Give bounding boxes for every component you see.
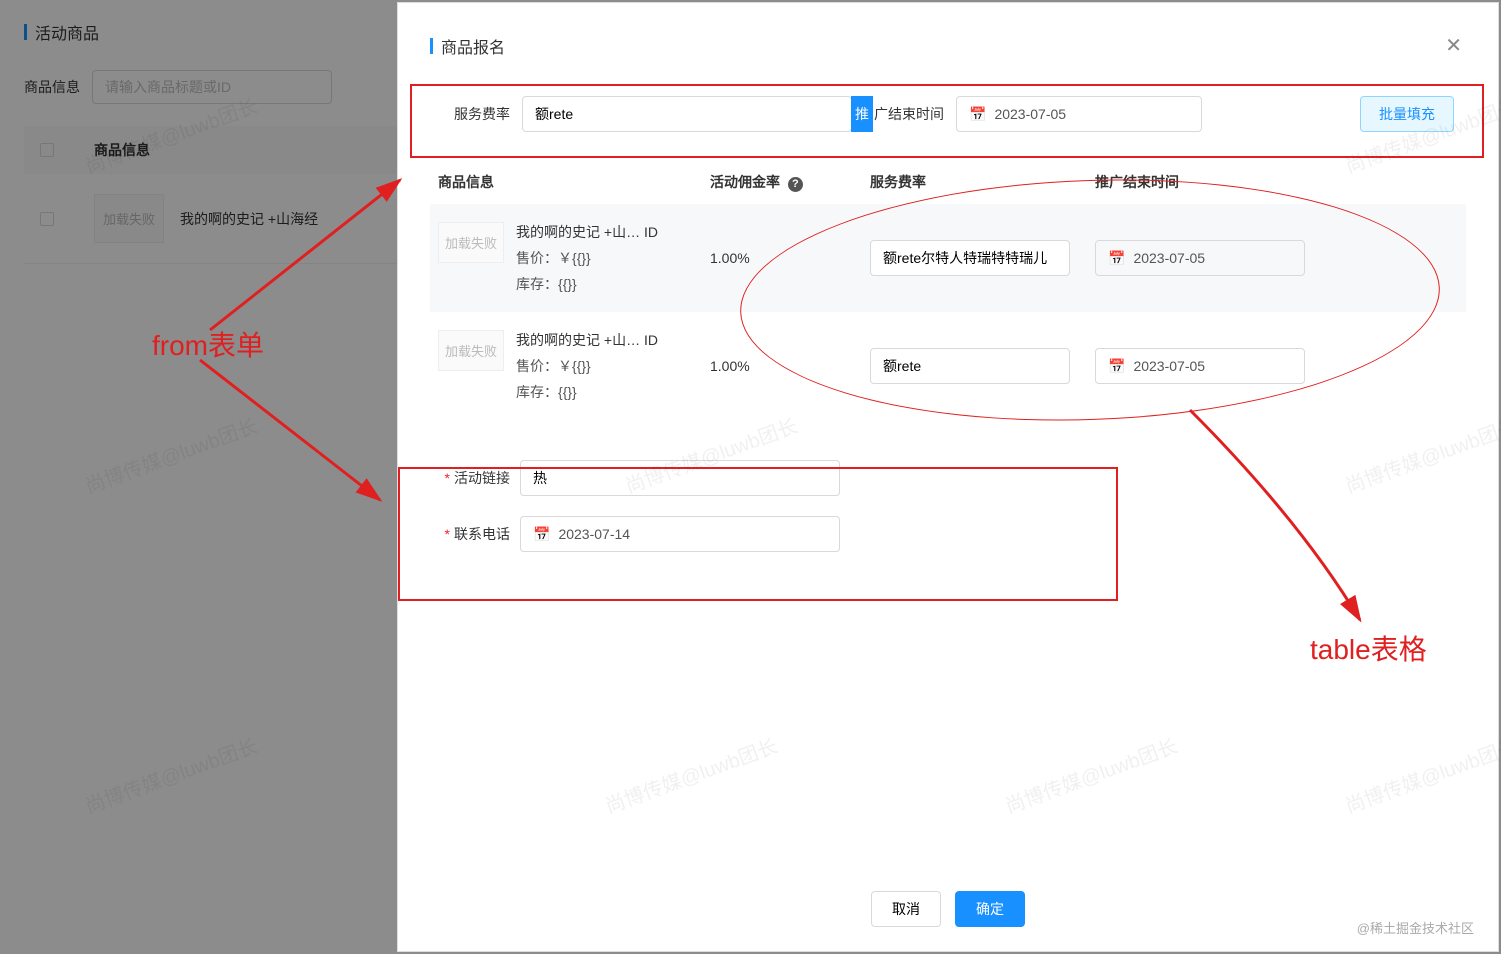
row-date-picker[interactable]: 📅 2023-07-05 — [1095, 348, 1305, 384]
table-header-row: 商品信息 活动佣金率 ? 服务费率 推广结束时间 — [430, 166, 1466, 204]
row-info: 加载失败 我的啊的史记 +山… ID 售价：￥{{}} 库存：{{}} — [430, 222, 710, 294]
product-stock: 库存：{{}} — [516, 382, 658, 402]
product-title: 我的啊的史记 +山… ID — [516, 330, 658, 350]
th-date: 推广结束时间 — [1095, 172, 1320, 192]
row-fee — [870, 348, 1095, 384]
product-price: 售价：￥{{}} — [516, 248, 658, 268]
cancel-button[interactable]: 取消 — [871, 891, 941, 927]
phone-date-value: 2023-07-14 — [558, 526, 630, 542]
thumbnail-fail: 加载失败 — [438, 222, 504, 263]
product-title: 我的啊的史记 +山… ID — [516, 222, 658, 242]
fee-rate-input[interactable] — [522, 96, 852, 132]
calendar-icon: 📅 — [1108, 358, 1125, 375]
calendar-icon: 📅 — [1108, 250, 1125, 267]
row-date-value: 2023-07-05 — [1133, 358, 1205, 374]
fee-input[interactable] — [870, 348, 1070, 384]
required-star-icon: * — [445, 526, 450, 542]
top-form: 服务费率 推 广结束时间 📅 2023-07-05 批量填充 — [430, 80, 1466, 148]
row-rate: 1.00% — [710, 250, 870, 266]
product-price: 售价：￥{{}} — [516, 356, 658, 376]
title-bar-icon — [430, 38, 433, 54]
footer-brand: @稀土掘金技术社区 — [1357, 918, 1474, 937]
row-rate: 1.00% — [710, 358, 870, 374]
confirm-button[interactable]: 确定 — [955, 891, 1025, 927]
row-date-value: 2023-07-05 — [1133, 250, 1205, 266]
end-time-label: 广结束时间 — [874, 104, 956, 124]
phone-date-picker[interactable]: 📅 2023-07-14 — [520, 516, 840, 552]
table-row: 加载失败 我的啊的史记 +山… ID 售价：￥{{}} 库存：{{}} 1.00… — [430, 312, 1466, 420]
selection-highlight: 推 — [851, 96, 873, 132]
phone-label: *联系电话 — [430, 524, 510, 544]
close-icon[interactable]: ✕ — [1441, 29, 1466, 62]
end-date-value: 2023-07-05 — [994, 106, 1066, 122]
row-date: 📅 2023-07-05 — [1095, 240, 1320, 276]
modal-title: 商品报名 — [430, 34, 505, 58]
modal-header: 商品报名 ✕ — [398, 3, 1498, 80]
product-table: 商品信息 活动佣金率 ? 服务费率 推广结束时间 加载失败 我的啊的史记 +山…… — [430, 166, 1466, 420]
link-row: *活动链接 — [430, 460, 1466, 496]
row-date: 📅 2023-07-05 — [1095, 348, 1320, 384]
info-lines: 我的啊的史记 +山… ID 售价：￥{{}} 库存：{{}} — [516, 330, 658, 402]
batch-fill-button[interactable]: 批量填充 — [1360, 96, 1454, 132]
modal-title-text: 商品报名 — [441, 34, 505, 58]
th-fee: 服务费率 — [870, 172, 1095, 192]
end-date-picker[interactable]: 📅 2023-07-05 — [956, 96, 1202, 132]
info-lines: 我的啊的史记 +山… ID 售价：￥{{}} 库存：{{}} — [516, 222, 658, 294]
row-info: 加载失败 我的啊的史记 +山… ID 售价：￥{{}} 库存：{{}} — [430, 330, 710, 402]
th-info: 商品信息 — [430, 172, 710, 192]
th-rate: 活动佣金率 ? — [710, 172, 870, 192]
calendar-icon: 📅 — [533, 526, 550, 543]
required-star-icon: * — [445, 470, 450, 486]
modal-body: 服务费率 推 广结束时间 📅 2023-07-05 批量填充 商品信息 活动佣金… — [398, 80, 1498, 875]
row-fee — [870, 240, 1095, 276]
fee-input[interactable] — [870, 240, 1070, 276]
thumbnail-fail: 加载失败 — [438, 330, 504, 371]
bottom-form: *活动链接 *联系电话 📅 2023-07-14 — [430, 448, 1466, 584]
phone-row: *联系电话 📅 2023-07-14 — [430, 516, 1466, 552]
row-date-picker[interactable]: 📅 2023-07-05 — [1095, 240, 1305, 276]
help-icon[interactable]: ? — [788, 177, 803, 192]
link-label: *活动链接 — [430, 468, 510, 488]
link-input[interactable] — [520, 460, 840, 496]
calendar-icon: 📅 — [969, 106, 986, 123]
modal-footer: 取消 确定 @稀土掘金技术社区 — [398, 875, 1498, 951]
modal-dialog: 商品报名 ✕ 服务费率 推 广结束时间 📅 2023-07-05 批量填充 商品… — [397, 2, 1499, 952]
fee-rate-label: 服务费率 — [442, 104, 522, 124]
product-stock: 库存：{{}} — [516, 274, 658, 294]
table-row: 加载失败 我的啊的史记 +山… ID 售价：￥{{}} 库存：{{}} 1.00… — [430, 204, 1466, 312]
